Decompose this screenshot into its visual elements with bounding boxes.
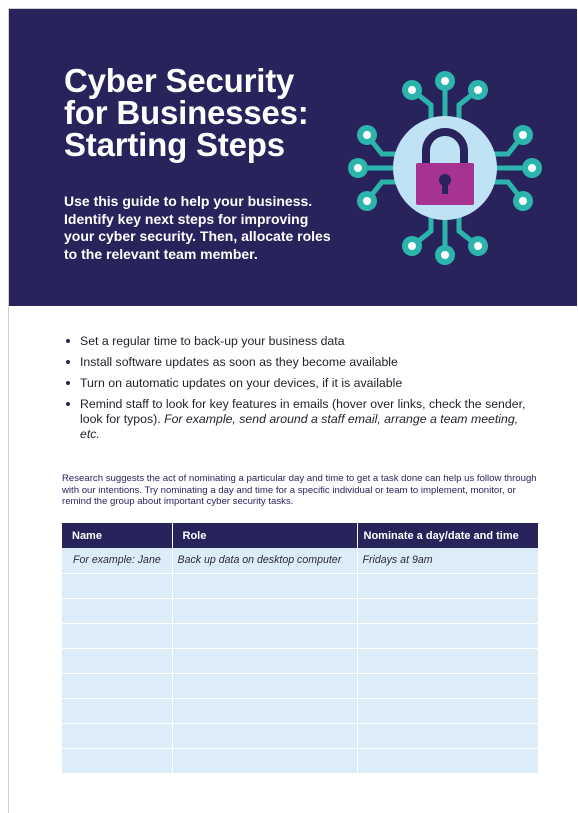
table-cell-role[interactable] <box>172 573 358 599</box>
table-row: For example: Jane Back up data on deskto… <box>62 548 538 574</box>
research-paragraph: Research suggests the act of nominating … <box>62 473 537 507</box>
list-item-text: Install software updates as soon as they… <box>80 355 398 369</box>
title-line: Cyber Security <box>64 62 295 99</box>
table-cell-name[interactable]: For example: Jane <box>62 548 173 574</box>
table-cell-time[interactable] <box>357 623 538 649</box>
list-item-text: Turn on automatic updates on your device… <box>80 376 403 390</box>
table-cell-role[interactable] <box>172 673 358 699</box>
table-row <box>62 748 538 774</box>
table-cell-name[interactable] <box>62 648 173 674</box>
hero-banner: Cyber Security for Businesses: Starting … <box>9 9 577 306</box>
column-header-role: Role <box>172 523 358 548</box>
table-cell-name[interactable] <box>62 623 173 649</box>
table-cell-name[interactable] <box>62 573 173 599</box>
table-row <box>62 648 538 674</box>
table-cell-time[interactable] <box>357 698 538 724</box>
table-cell-time[interactable] <box>357 573 538 599</box>
tips-list: Set a regular time to back-up your busin… <box>66 334 526 448</box>
table-row <box>62 573 538 599</box>
table-cell-name[interactable] <box>62 748 173 774</box>
table-cell-name[interactable] <box>62 723 173 749</box>
table-cell-role[interactable] <box>172 748 358 774</box>
table-row <box>62 723 538 749</box>
table-cell-role[interactable] <box>172 598 358 624</box>
table-row <box>62 623 538 649</box>
table-cell-time[interactable] <box>357 648 538 674</box>
table-cell-role[interactable] <box>172 723 358 749</box>
table-cell-role[interactable] <box>172 623 358 649</box>
column-header-time: Nominate a day/date and time <box>357 523 538 548</box>
list-item: Turn on automatic updates on your device… <box>66 376 526 391</box>
table-cell-name[interactable] <box>62 673 173 699</box>
page-title: Cyber Security for Businesses: Starting … <box>64 62 364 163</box>
table-cell-time[interactable]: Fridays at 9am <box>357 548 538 574</box>
title-line: for Businesses: <box>64 94 309 131</box>
table-row <box>62 673 538 699</box>
intro-text: Use this guide to help your business. Id… <box>64 193 331 262</box>
table-cell-time[interactable] <box>357 598 538 624</box>
document-page: Cyber Security for Businesses: Starting … <box>8 8 577 813</box>
list-item-text: Set a regular time to back-up your busin… <box>80 334 345 348</box>
table-cell-name[interactable] <box>62 698 173 724</box>
table-cell-role[interactable] <box>172 648 358 674</box>
list-item: Remind staff to look for key features in… <box>66 397 526 442</box>
task-table: Name Role Nominate a day/date and time F… <box>62 523 538 774</box>
table-row <box>62 698 538 724</box>
padlock-circuit-icon <box>348 71 542 265</box>
table-cell-time[interactable] <box>357 723 538 749</box>
table-cell-name[interactable] <box>62 598 173 624</box>
list-item: Set a regular time to back-up your busin… <box>66 334 526 349</box>
table-row <box>62 598 538 624</box>
column-header-name: Name <box>62 523 173 548</box>
table-cell-time[interactable] <box>357 673 538 699</box>
table-cell-time[interactable] <box>357 748 538 774</box>
title-line: Starting Steps <box>64 126 285 163</box>
table-header-row: Name Role Nominate a day/date and time <box>62 523 538 548</box>
table-cell-role[interactable] <box>172 698 358 724</box>
table-cell-role[interactable]: Back up data on desktop computer <box>172 548 358 574</box>
list-item: Install software updates as soon as they… <box>66 355 526 370</box>
